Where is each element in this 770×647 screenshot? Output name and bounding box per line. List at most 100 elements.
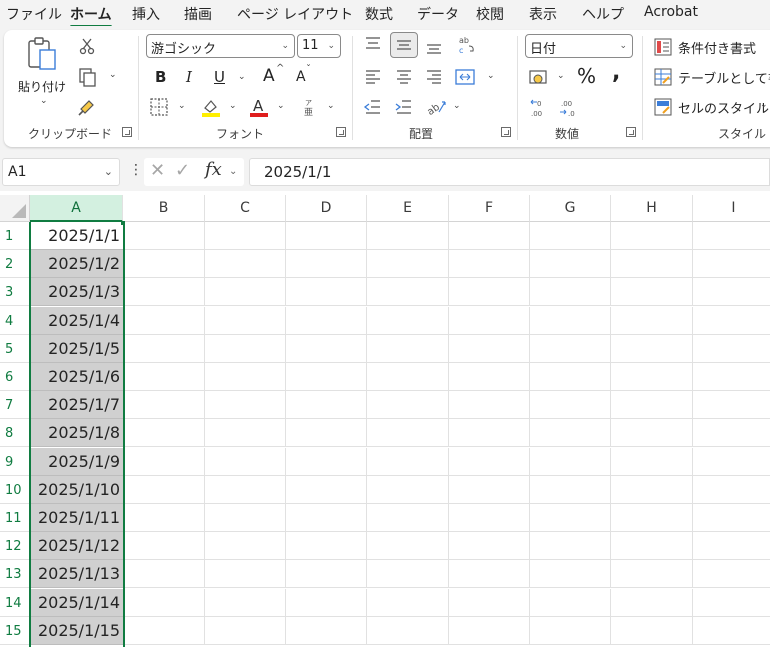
row-header-6[interactable]: 6 (0, 363, 30, 391)
cell[interactable] (693, 278, 770, 307)
cell[interactable] (367, 278, 449, 307)
cell[interactable] (530, 306, 611, 335)
cell[interactable] (449, 532, 530, 561)
cell[interactable] (205, 222, 286, 250)
fill-color-chevron-down-icon[interactable]: ⌄ (229, 101, 237, 111)
cell[interactable] (449, 222, 530, 250)
cell[interactable] (693, 560, 770, 589)
row-header-7[interactable]: 7 (0, 391, 30, 420)
cell[interactable] (530, 419, 611, 448)
phonetic-guide-icon[interactable]: ア 亜 (301, 97, 319, 117)
cell[interactable] (367, 334, 449, 363)
insert-function-button[interactable]: fx (205, 159, 222, 180)
cell[interactable] (286, 616, 367, 645)
orientation-chevron-down-icon[interactable]: ⌄ (453, 101, 461, 111)
cell[interactable] (449, 560, 530, 589)
cell[interactable] (530, 475, 611, 504)
cell[interactable] (611, 588, 693, 617)
cell[interactable] (530, 391, 611, 420)
underline-button[interactable]: U (214, 68, 225, 86)
cell[interactable] (367, 616, 449, 645)
clipboard-launcher-icon[interactable] (122, 127, 132, 137)
cell[interactable] (449, 419, 530, 448)
cell[interactable] (286, 447, 367, 476)
cell[interactable] (693, 335, 770, 363)
cancel-icon[interactable]: ✕ (150, 160, 165, 181)
column-header-f[interactable]: F (449, 195, 530, 222)
cell[interactable] (693, 589, 770, 617)
select-all-button[interactable] (0, 195, 30, 222)
cell[interactable] (530, 363, 611, 391)
align-bottom-icon[interactable] (424, 37, 444, 57)
cell[interactable] (205, 363, 286, 391)
cell[interactable] (286, 391, 367, 420)
cell[interactable] (611, 250, 693, 279)
cell[interactable] (205, 532, 286, 561)
column-header-i[interactable]: I (693, 195, 770, 222)
row-header-5[interactable]: 5 (0, 334, 30, 363)
cell[interactable] (611, 278, 693, 307)
tab-data[interactable]: データ (417, 4, 459, 24)
cell[interactable] (123, 504, 205, 532)
more-options-icon[interactable]: ⋮ (129, 162, 143, 178)
cell[interactable] (286, 419, 367, 448)
merge-chevron-down-icon[interactable]: ⌄ (487, 71, 495, 81)
merge-center-icon[interactable] (454, 67, 476, 87)
cell[interactable] (205, 391, 286, 420)
cell[interactable] (530, 616, 611, 645)
percent-style-button[interactable]: % (577, 64, 596, 88)
orientation-icon[interactable]: ab (426, 97, 448, 117)
cell[interactable] (367, 363, 449, 391)
cell[interactable] (286, 250, 367, 279)
cell[interactable] (205, 504, 286, 532)
cell[interactable] (449, 363, 530, 391)
cell[interactable] (205, 588, 286, 617)
tab-formulas[interactable]: 数式 (365, 4, 393, 24)
cell[interactable] (123, 616, 205, 645)
cell[interactable] (693, 307, 770, 335)
cell[interactable] (123, 306, 205, 335)
cell[interactable] (123, 447, 205, 476)
cell[interactable] (123, 560, 205, 589)
cell[interactable] (693, 419, 770, 448)
column-header-d[interactable]: D (286, 195, 367, 222)
fill-handle[interactable] (121, 221, 125, 225)
wrap-text-icon[interactable]: ab c (456, 34, 478, 56)
underline-chevron-down-icon[interactable]: ⌄ (238, 72, 246, 82)
cell[interactable] (611, 616, 693, 645)
cell[interactable] (611, 532, 693, 561)
cell[interactable] (449, 391, 530, 420)
cell[interactable] (693, 363, 770, 391)
cell[interactable] (367, 222, 449, 250)
cell[interactable] (123, 391, 205, 420)
row-header-1[interactable]: 1 (0, 222, 30, 250)
cell[interactable] (205, 475, 286, 504)
cell[interactable] (693, 532, 770, 561)
phonetic-chevron-down-icon[interactable]: ⌄ (327, 101, 335, 111)
cell[interactable] (611, 363, 693, 391)
cell-styles-button[interactable]: セルのスタイル ⌄ (654, 98, 770, 118)
cell[interactable] (123, 222, 205, 250)
cell[interactable] (611, 447, 693, 476)
cell[interactable] (530, 504, 611, 532)
cell[interactable] (286, 306, 367, 335)
cell[interactable] (205, 447, 286, 476)
cell[interactable] (611, 560, 693, 589)
cell[interactable] (693, 250, 770, 279)
cell[interactable] (286, 475, 367, 504)
align-top-icon[interactable] (363, 35, 383, 55)
row-header-15[interactable]: 15 (0, 616, 30, 645)
cell[interactable] (449, 475, 530, 504)
italic-button[interactable]: I (186, 68, 192, 86)
borders-chevron-down-icon[interactable]: ⌄ (178, 101, 186, 111)
tab-insert[interactable]: 挿入 (132, 4, 160, 24)
cell[interactable] (123, 419, 205, 448)
row-header-3[interactable]: 3 (0, 278, 30, 307)
copy-icon[interactable] (77, 67, 97, 87)
borders-icon[interactable] (149, 97, 169, 117)
row-header-14[interactable]: 14 (0, 588, 30, 617)
cell[interactable] (611, 334, 693, 363)
cell[interactable] (530, 532, 611, 561)
cell[interactable] (530, 278, 611, 307)
cell[interactable] (286, 278, 367, 307)
